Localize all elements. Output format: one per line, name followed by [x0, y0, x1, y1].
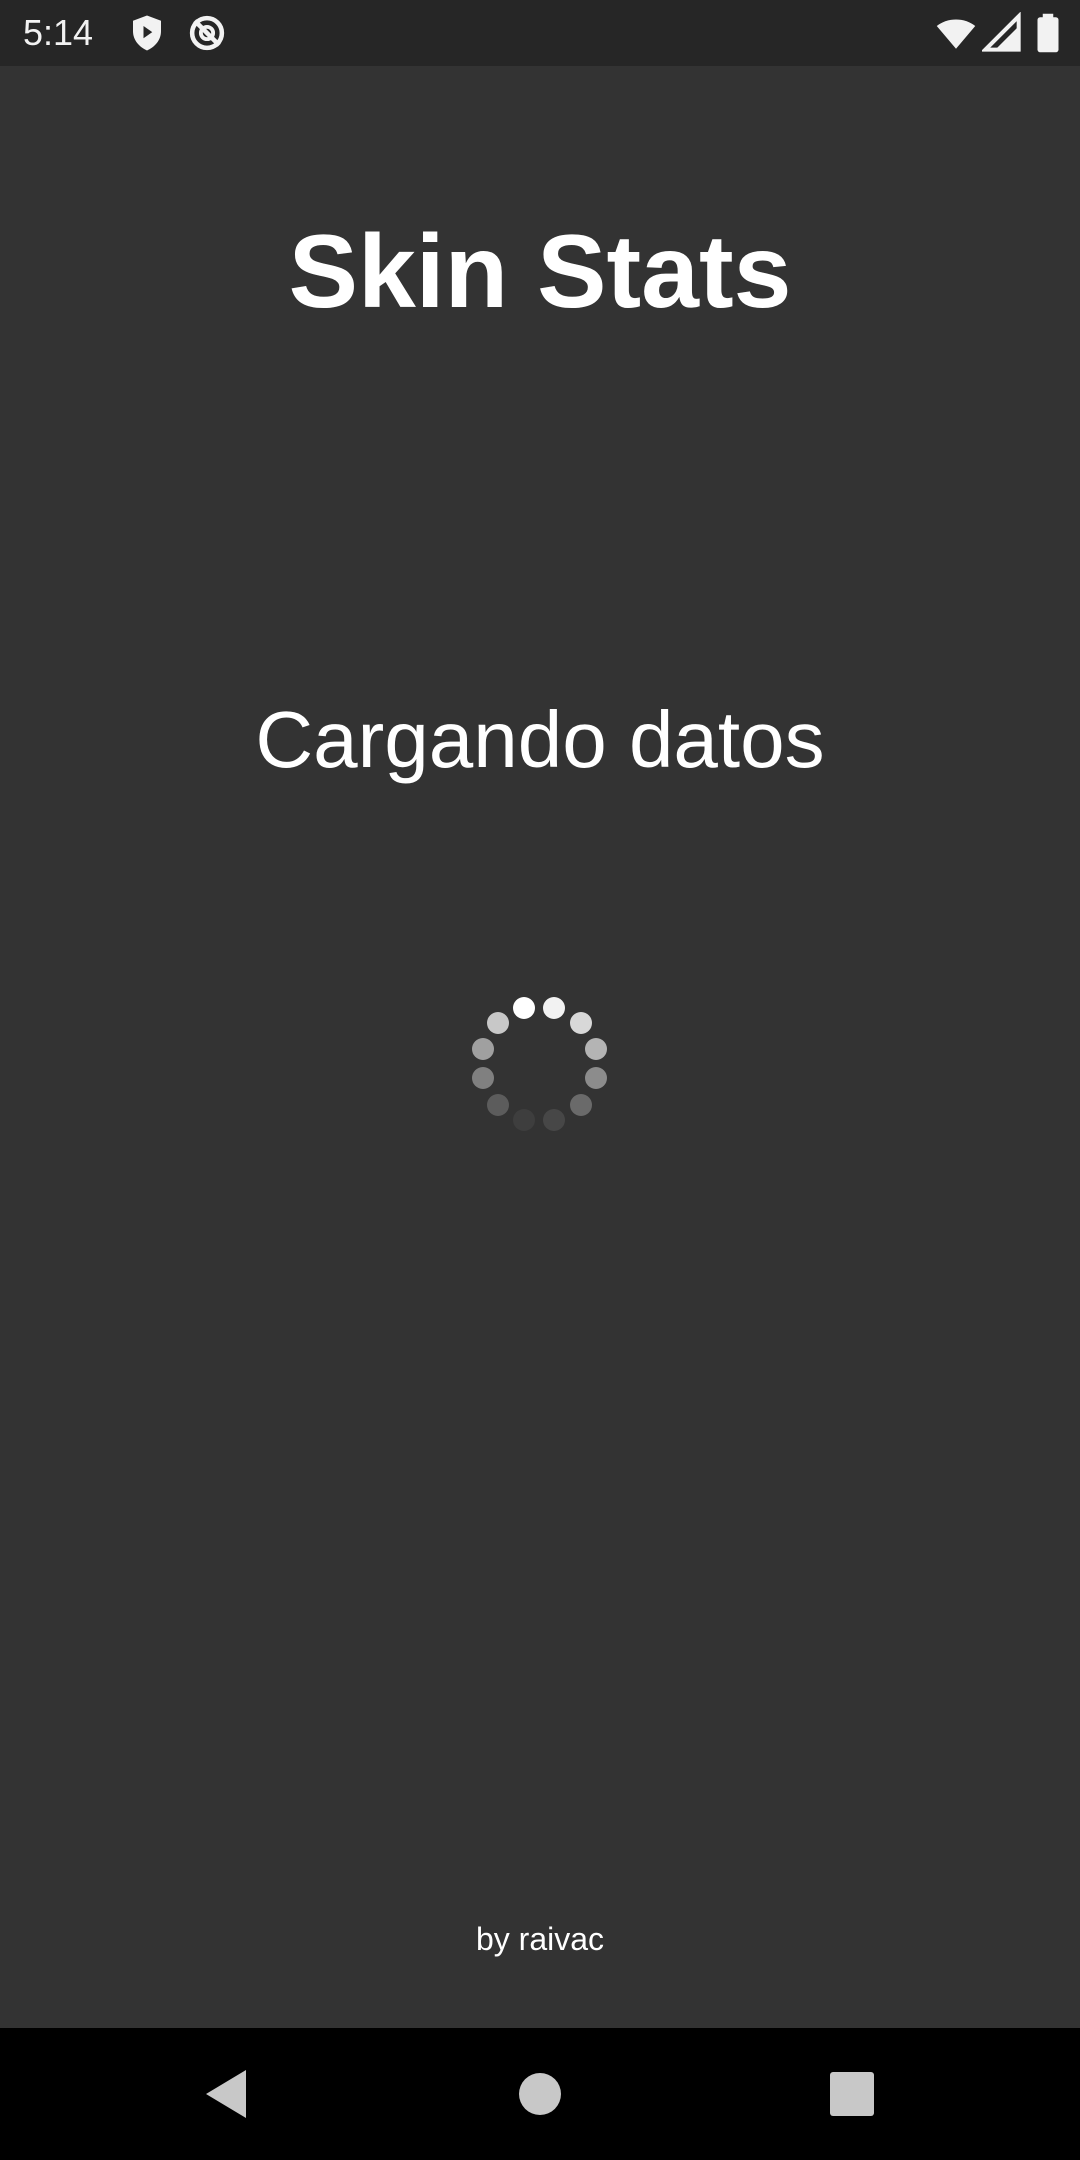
signal-icon [982, 12, 1022, 54]
navigation-bar [0, 2028, 1080, 2160]
status-time: 5:14 [23, 12, 94, 53]
loading-text: Cargando datos [255, 695, 825, 784]
app-title: Skin Stats [288, 214, 792, 330]
wifi-icon [934, 12, 978, 54]
splash-screen: 5:14 Skin Stats Cargando datos by raivac [0, 0, 1080, 2160]
back-button[interactable] [196, 2064, 256, 2124]
author-credit: by raivac [475, 1921, 605, 1957]
status-bar: 5:14 [0, 0, 1080, 66]
loading-spinner [470, 990, 610, 1140]
recents-button[interactable] [822, 2064, 882, 2124]
home-button[interactable] [510, 2064, 570, 2124]
battery-icon [1030, 12, 1066, 54]
no-sync-icon [186, 12, 228, 54]
shield-play-icon [126, 12, 168, 54]
